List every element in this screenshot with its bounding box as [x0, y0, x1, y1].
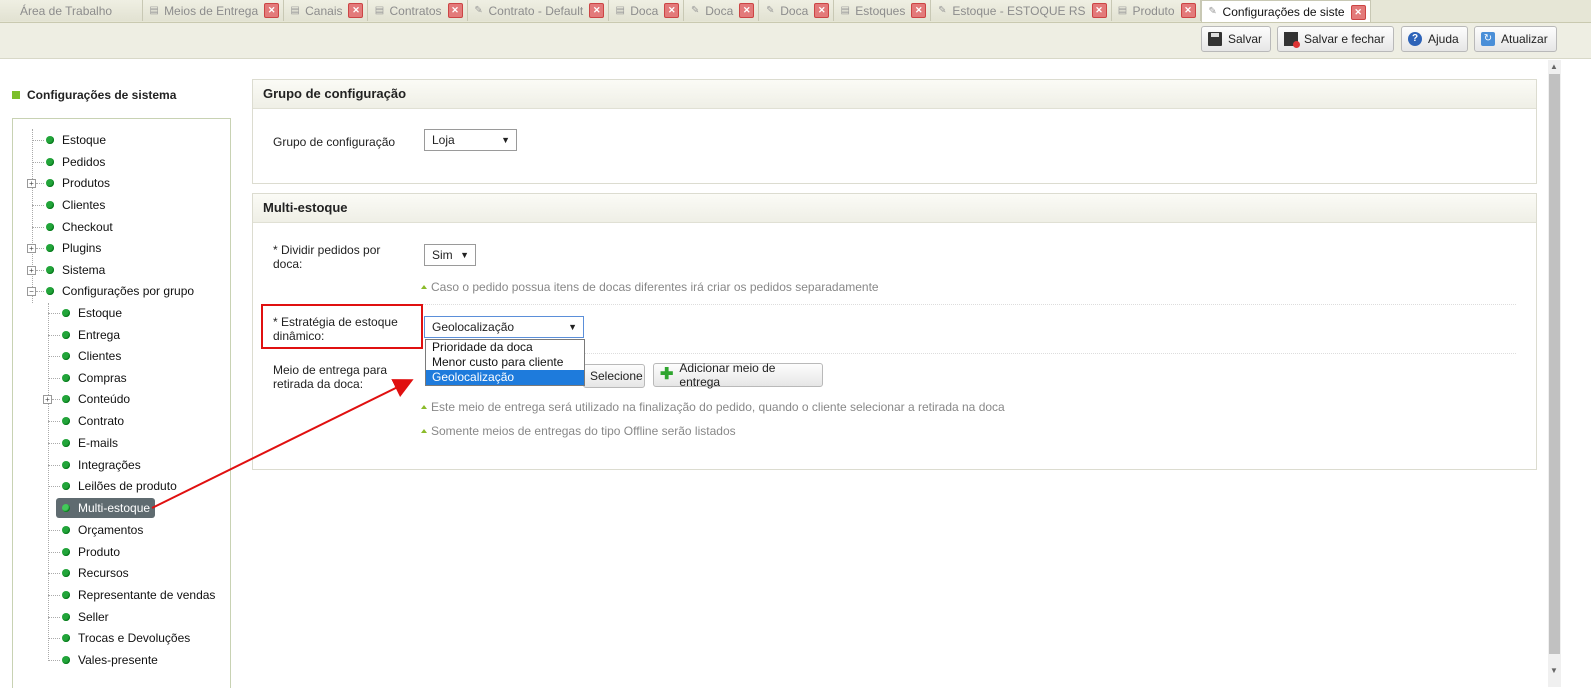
scroll-down-icon[interactable]: ▼ — [1550, 666, 1558, 675]
annotation-arrow — [151, 379, 414, 509]
strategy-option[interactable]: Prioridade da doca — [426, 340, 584, 355]
strategy-option-selected[interactable]: Geolocalização — [426, 370, 584, 385]
vertical-scrollbar[interactable]: ▲ ▼ — [1548, 60, 1561, 687]
scroll-up-icon[interactable]: ▲ — [1550, 62, 1558, 71]
strategy-option[interactable]: Menor custo para cliente — [426, 355, 584, 370]
scroll-thumb[interactable] — [1549, 74, 1560, 654]
strategy-dropdown-list: Prioridade da doca Menor custo para clie… — [425, 339, 585, 386]
